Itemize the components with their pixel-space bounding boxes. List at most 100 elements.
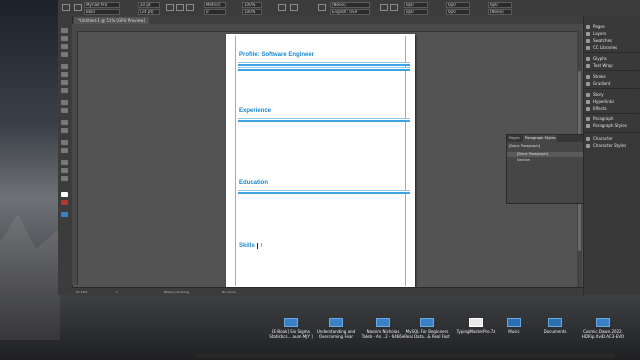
dock-panel-stroke[interactable]: Stroke bbox=[586, 74, 606, 80]
dock-panel-text-wrap[interactable]: Text Wrap bbox=[586, 63, 613, 69]
paragraph-mode-icon[interactable] bbox=[74, 4, 82, 11]
gradient-tool-icon[interactable] bbox=[61, 140, 68, 145]
type-tool-icon[interactable] bbox=[61, 64, 68, 69]
dock-panel-paragraph[interactable]: Paragraph bbox=[586, 116, 614, 122]
tab-pages[interactable]: Pages bbox=[507, 135, 522, 142]
dock-panel-label: Paragraph bbox=[593, 116, 614, 121]
dock-panel-swatches[interactable]: Swatches bbox=[586, 38, 612, 44]
ibeam-cursor-icon: I bbox=[261, 243, 263, 249]
kerning-field[interactable]: Metrics bbox=[204, 2, 226, 8]
small-caps-icon[interactable] bbox=[176, 4, 184, 11]
dock-panel-character-styles[interactable]: Character Styles bbox=[586, 143, 626, 149]
note-tool-icon[interactable] bbox=[61, 148, 68, 153]
align-left-icon[interactable] bbox=[380, 4, 388, 11]
rectangle-frame-tool-icon[interactable] bbox=[61, 100, 68, 105]
superscript-icon[interactable] bbox=[186, 4, 194, 11]
fill-color-icon[interactable] bbox=[278, 4, 286, 11]
direct-selection-tool-icon[interactable] bbox=[61, 36, 68, 41]
rectangle-tool-icon[interactable] bbox=[61, 108, 68, 113]
section-rule bbox=[238, 190, 410, 194]
dock-panel-pages[interactable]: Pages bbox=[586, 24, 605, 30]
tools-panel bbox=[58, 16, 73, 295]
taskbar-item[interactable]: Music bbox=[491, 318, 537, 334]
line-tool-icon[interactable] bbox=[61, 72, 68, 77]
dock-panel-effects[interactable]: Effects bbox=[586, 106, 607, 112]
language-select[interactable]: English: USA bbox=[330, 9, 370, 15]
page-number[interactable]: 1 bbox=[116, 288, 118, 296]
stroke-color-icon[interactable] bbox=[290, 4, 298, 11]
zoom-level[interactable]: 51.19% bbox=[76, 288, 87, 296]
space-before-field[interactable]: 0p0 bbox=[446, 2, 470, 8]
character-icon bbox=[586, 137, 590, 141]
horizontal-scale-field[interactable]: 100% bbox=[242, 9, 262, 15]
selection-mode-icon[interactable] bbox=[62, 4, 70, 11]
gradient-icon bbox=[586, 82, 590, 86]
dock-panel-character[interactable]: Character bbox=[586, 136, 613, 142]
taskbar-item[interactable]: Understanding and Overcoming Fear bbox=[313, 318, 359, 339]
dock-panel-story[interactable]: Story bbox=[586, 92, 604, 98]
section-heading-experience[interactable]: Experience bbox=[239, 108, 271, 115]
tracking-field[interactable]: 0 bbox=[204, 9, 226, 15]
preflight-status[interactable]: No errors bbox=[222, 288, 236, 296]
vertical-ruler bbox=[72, 31, 78, 285]
layers-icon bbox=[586, 32, 590, 36]
paragraph-style-select[interactable]: [None] bbox=[330, 2, 370, 8]
dock-panel-gradient[interactable]: Gradient bbox=[586, 81, 610, 87]
style-group-label: [Basic Paragraph] bbox=[509, 144, 541, 148]
dock-panel-layers[interactable]: Layers bbox=[586, 31, 606, 37]
document-page[interactable]: Profile: Software Engineer Experience Ed… bbox=[226, 34, 415, 288]
section-heading-profile[interactable]: Profile: Software Engineer bbox=[239, 52, 314, 59]
section-heading-skills[interactable]: Skills bbox=[239, 243, 255, 250]
paragraph-styles-panel: Pages Paragraph Styles [Basic Paragraph]… bbox=[506, 134, 584, 204]
taskbar-item-sublabel: HDRip.XviD.AC3-EVO bbox=[581, 334, 625, 339]
character-style-icon[interactable] bbox=[318, 4, 326, 11]
dock-panel-label: Swatches bbox=[593, 38, 613, 43]
dock-panel-hyperlinks[interactable]: Hyperlinks bbox=[586, 99, 614, 105]
dock-separator bbox=[585, 52, 639, 53]
free-transform-tool-icon[interactable] bbox=[61, 128, 68, 133]
fill-swatch-icon[interactable] bbox=[61, 192, 68, 197]
document-tab[interactable]: *Untitled-1 @ 51% [GPU Preview] bbox=[74, 17, 149, 24]
cc-libraries-icon bbox=[586, 46, 590, 50]
tab-paragraph-styles[interactable]: Paragraph Styles bbox=[523, 135, 558, 142]
section-heading-education[interactable]: Education bbox=[239, 180, 268, 187]
space-after-field[interactable]: 0p0 bbox=[446, 9, 470, 15]
taskbar-item[interactable]: Nassim Nicholas Taleb - An...2 - 6466e bbox=[360, 318, 406, 339]
pen-tool-icon[interactable] bbox=[61, 80, 68, 85]
taskbar-item[interactable]: Documents bbox=[532, 318, 578, 334]
dock-panel-cc-libraries[interactable]: CC Libraries bbox=[586, 45, 617, 51]
right-indent-field[interactable]: 0p0 bbox=[404, 9, 428, 15]
dock-panel-paragraph-styles[interactable]: Paragraph Styles bbox=[586, 123, 627, 129]
hand-tool-icon[interactable] bbox=[61, 168, 68, 173]
drop-cap-field[interactable]: 0p0 bbox=[488, 2, 512, 8]
taskbar-item[interactable]: Cosmic.Dawn.2022. HDRip.XviD.AC3-EVO bbox=[580, 318, 626, 339]
style-item-basic-paragraph[interactable]: [Basic Paragraph] bbox=[507, 152, 583, 157]
style-item-section[interactable]: Section bbox=[517, 158, 530, 163]
font-style-field[interactable]: Bold bbox=[84, 9, 120, 15]
dock-panel-glyphs[interactable]: Glyphs bbox=[586, 56, 607, 62]
file-icon bbox=[284, 318, 298, 327]
zoom-tool-icon[interactable] bbox=[61, 176, 68, 181]
left-indent-field[interactable]: 0p0 bbox=[404, 2, 428, 8]
stroke-swatch-icon[interactable] bbox=[61, 200, 68, 205]
font-size-field[interactable]: 20 pt bbox=[138, 2, 160, 8]
style-mode[interactable]: [Basic] (working) bbox=[164, 288, 189, 296]
taskbar-item[interactable]: MySQL For Beginners Real Data...& Real Fa… bbox=[404, 318, 450, 339]
baseline-grid-select[interactable]: [None] bbox=[488, 9, 512, 15]
page-tool-icon[interactable] bbox=[61, 44, 68, 49]
panel-dock: Pages Layers Swatches CC Libraries Glyphs Tex… bbox=[583, 16, 640, 295]
eyedropper-tool-icon[interactable] bbox=[61, 160, 68, 165]
panel-tabs: Pages Paragraph Styles bbox=[507, 135, 583, 142]
gap-tool-icon[interactable] bbox=[61, 52, 68, 57]
pencil-tool-icon[interactable] bbox=[61, 88, 68, 93]
font-family-field[interactable]: Myriad Pro bbox=[84, 2, 120, 8]
screen-mode-icon[interactable] bbox=[61, 212, 68, 217]
leading-field[interactable]: (24 pt) bbox=[138, 9, 160, 15]
scissors-tool-icon[interactable] bbox=[61, 120, 68, 125]
align-center-icon[interactable] bbox=[390, 4, 398, 11]
all-caps-icon[interactable] bbox=[166, 4, 174, 11]
file-icon bbox=[420, 318, 434, 327]
vertical-scale-field[interactable]: 100% bbox=[242, 2, 262, 8]
selection-tool-icon[interactable] bbox=[61, 28, 68, 33]
taskbar-item[interactable]: [E-Book] Six Sigma Statistics....aum MJY … bbox=[268, 318, 314, 339]
